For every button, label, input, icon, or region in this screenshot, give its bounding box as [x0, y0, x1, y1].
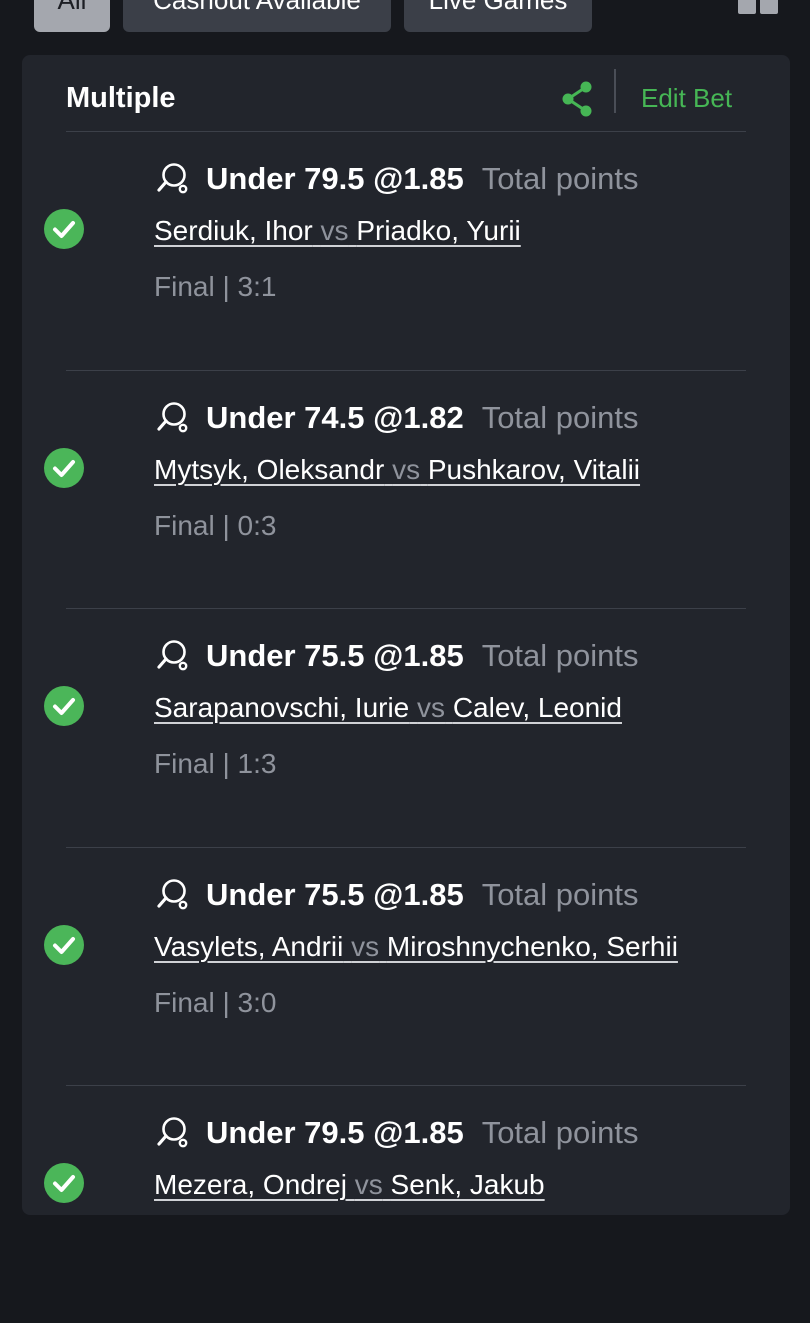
vs-label: vs: [351, 930, 380, 962]
match-result: Final | 1:3: [154, 748, 277, 779]
table-tennis-icon: [157, 401, 188, 432]
bet-card: Multiple Edit Bet Under 79.5 @1.85 Total…: [22, 55, 790, 1215]
check-circle-icon: [44, 447, 84, 488]
market-label: Total points: [481, 161, 639, 196]
match-result: Final | 0:3: [154, 509, 277, 541]
event-link[interactable]: Vasylets, Andrii vs Miroshnychenko, Serh…: [154, 931, 678, 963]
away-player: Calev, Leonid: [452, 692, 622, 723]
selection-row: Under 75.5 @1.85 Total points: [154, 875, 639, 915]
home-player: Vasylets, Andrii: [154, 930, 344, 962]
edit-bet-button[interactable]: Edit Bet: [641, 65, 732, 131]
match-result: Final | 3:0: [154, 986, 277, 1018]
table-tennis-icon: [157, 1117, 188, 1148]
grid-view-icon[interactable]: [738, 0, 780, 20]
share-icon[interactable]: [560, 81, 594, 117]
home-player: Serdiuk, Ihor: [154, 215, 313, 246]
vs-label: vs: [320, 215, 349, 246]
home-player: Mezera, Ondrej: [154, 1169, 347, 1200]
leg-divider: [66, 608, 746, 609]
selection-label: Under 79.5 @1.85: [206, 1115, 464, 1150]
tab-cashout-available[interactable]: Cashout Available: [123, 0, 391, 32]
header-divider: [614, 69, 616, 113]
away-player: Senk, Jakub: [390, 1169, 545, 1200]
event-link[interactable]: Serdiuk, Ihor vs Priadko, Yurii: [154, 215, 521, 247]
event-link[interactable]: Sarapanovschi, Iurie vs Calev, Leonid: [154, 692, 622, 724]
home-player: Mytsyk, Oleksandr: [154, 453, 385, 485]
selection-label: Under 75.5 @1.85: [206, 638, 464, 673]
bet-leg: Under 79.5 @1.85 Total points Serdiuk, I…: [22, 131, 790, 369]
bet-leg: Under 75.5 @1.85 Total points Vasylets, …: [22, 846, 790, 1085]
check-circle-icon: [44, 209, 84, 249]
table-tennis-icon: [157, 878, 188, 909]
bet-leg: Under 74.5 @1.82 Total points Mytsyk, Ol…: [22, 369, 790, 608]
selection-row: Under 79.5 @1.85 Total points: [154, 159, 639, 199]
check-circle-icon: [44, 924, 84, 965]
event-link[interactable]: Mytsyk, Oleksandr vs Pushkarov, Vitalii: [154, 454, 640, 486]
leg-divider: [66, 131, 746, 132]
event-link[interactable]: Mezera, Ondrej vs Senk, Jakub: [154, 1169, 545, 1201]
tab-live-games[interactable]: Live Games: [404, 0, 592, 32]
match-result: Final | 3:1: [154, 271, 277, 302]
vs-label: vs: [392, 453, 421, 485]
leg-divider: [66, 369, 746, 371]
away-player: Miroshnychenko, Serhii: [386, 930, 678, 962]
leg-divider: [66, 846, 746, 848]
table-tennis-icon: [157, 640, 188, 671]
market-label: Total points: [481, 876, 639, 912]
bet-leg: Under 79.5 @1.85 Total points Mezera, On…: [22, 1085, 790, 1323]
market-label: Total points: [481, 1115, 639, 1150]
selection-row: Under 79.5 @1.85 Total points: [154, 1113, 639, 1153]
check-circle-icon: [44, 1163, 84, 1203]
vs-label: vs: [417, 692, 446, 723]
selection-row: Under 74.5 @1.82 Total points: [154, 398, 639, 438]
away-player: Pushkarov, Vitalii: [427, 453, 641, 485]
bet-leg: Under 75.5 @1.85 Total points Sarapanovs…: [22, 608, 790, 846]
market-label: Total points: [481, 399, 639, 435]
bet-type-title: Multiple: [66, 82, 176, 114]
selection-label: Under 75.5 @1.85: [206, 876, 464, 912]
vs-label: vs: [354, 1169, 383, 1200]
tab-all[interactable]: All: [34, 0, 110, 32]
away-player: Priadko, Yurii: [356, 215, 521, 246]
selection-row: Under 75.5 @1.85 Total points: [154, 636, 639, 676]
bet-card-header: Multiple Edit Bet: [66, 65, 746, 131]
selection-label: Under 74.5 @1.82: [206, 399, 464, 435]
leg-divider: [66, 1085, 746, 1086]
selection-label: Under 79.5 @1.85: [206, 161, 464, 196]
filter-bar: All Cashout Available Live Games: [0, 0, 810, 55]
table-tennis-icon: [157, 163, 188, 194]
market-label: Total points: [481, 638, 639, 673]
home-player: Sarapanovschi, Iurie: [154, 692, 410, 723]
check-circle-icon: [44, 686, 84, 726]
